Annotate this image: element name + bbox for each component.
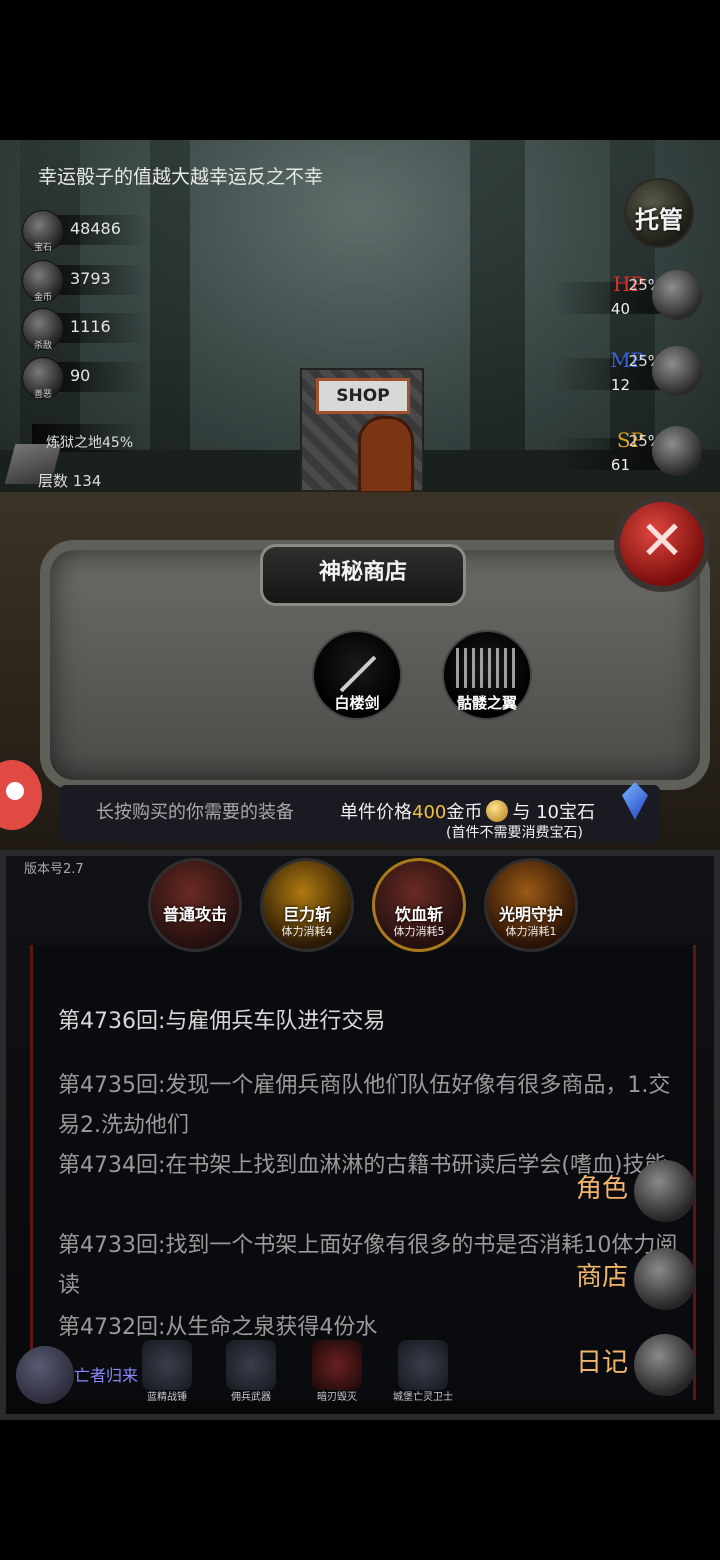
book-icon xyxy=(634,1334,696,1396)
resource-gems: 宝石 48486 xyxy=(22,210,148,253)
skill-cost: 体力消耗4 xyxy=(281,925,333,938)
user-icon xyxy=(6,782,24,800)
shop-item-wings[interactable]: 骷髅之翼 xyxy=(442,630,532,720)
menu-label: 角色 xyxy=(576,1174,629,1204)
shop-door xyxy=(358,416,414,494)
mp-stat: MP 25% 12 xyxy=(554,344,702,400)
skill-name: 饮血斩 xyxy=(394,905,443,924)
gem-icon: 宝石 xyxy=(22,210,64,253)
mercenary-slot[interactable]: 城堡亡灵卫士 xyxy=(388,1340,458,1403)
shop-title: 神秘商店 xyxy=(260,544,466,606)
skill-mighty-slash[interactable]: 巨力斩 体力消耗4 xyxy=(260,858,354,952)
auto-play-label: 托管 xyxy=(635,206,683,234)
kills-value: 1116 xyxy=(70,317,111,336)
helmet-icon xyxy=(634,1160,696,1222)
gems-value: 48486 xyxy=(70,219,121,238)
skill-cost: 体力消耗1 xyxy=(505,925,557,938)
shop-building[interactable]: SHOP xyxy=(300,368,424,494)
mask-icon: 善恶 xyxy=(22,357,64,400)
mana-potion-icon[interactable] xyxy=(652,346,702,396)
shop-sign: SHOP xyxy=(316,378,410,414)
mercenary-name: 暗刃毁灭 xyxy=(317,1392,357,1403)
price-coin-label: 金币 xyxy=(446,802,483,823)
mug-icon xyxy=(634,1248,696,1310)
mp-value: 12 xyxy=(610,376,630,394)
auto-play-button[interactable]: 托管 xyxy=(624,178,694,248)
skill-blood-slash[interactable]: 饮血斩 体力消耗5 xyxy=(372,858,466,952)
hp-stat: HP 25% 40 xyxy=(554,268,702,324)
resource-kills: 杀敌 1116 xyxy=(22,308,148,351)
skill-name: 巨力斩 xyxy=(282,905,331,924)
skill-cost: 体力消耗5 xyxy=(393,925,445,938)
warrior-icon xyxy=(312,1340,362,1390)
mercenary-slot[interactable]: 暗刃毁灭 xyxy=(302,1340,372,1403)
heart-potion-icon[interactable] xyxy=(652,270,702,320)
warrior-icon xyxy=(226,1340,276,1390)
log-entry: 第4736回:与雇佣兵车队进行交易 xyxy=(58,1009,386,1034)
item-name: 骷髅之翼 xyxy=(456,694,517,712)
menu-diary[interactable]: 日记 xyxy=(576,1334,696,1396)
close-button[interactable]: ✕ xyxy=(614,496,710,592)
close-icon: ✕ xyxy=(639,509,685,572)
mercenary-name: 蓝精战锤 xyxy=(147,1392,187,1403)
skull-icon: 杀敌 xyxy=(22,308,64,351)
sword-icon xyxy=(339,655,377,693)
skill-name: 普通攻击 xyxy=(162,905,227,924)
menu-character[interactable]: 角色 xyxy=(576,1160,696,1222)
item-name: 白楼剑 xyxy=(334,694,380,712)
menu-shop[interactable]: 商店 xyxy=(576,1248,696,1310)
floor-indicator: 炼狱之地45% 层数 134 xyxy=(4,420,142,490)
price-row: 单件价格400金币 与 10宝石 xyxy=(340,798,595,824)
mercenary-slot[interactable]: 蓝精战锤 xyxy=(132,1340,202,1403)
log-entry: 第4735回:发现一个雇佣兵商队他们队伍好像有很多商品，1.交易2.洗劫他们 xyxy=(58,1073,671,1138)
mercenary-slot[interactable]: 佣兵武器 xyxy=(216,1340,286,1403)
tip-text: 幸运骰子的值越大越幸运反之不幸 xyxy=(38,166,324,188)
skill-name: 光明守护 xyxy=(498,905,563,924)
skill-light-guard[interactable]: 光明守护 体力消耗1 xyxy=(484,858,578,952)
menu-label: 商店 xyxy=(576,1262,629,1292)
floor-level: 层数 134 xyxy=(38,472,102,490)
price-amount: 400 xyxy=(412,802,447,823)
sp-stat: SP 25% 61 xyxy=(554,424,702,480)
gold-value: 3793 xyxy=(70,269,111,288)
food-plate-icon[interactable] xyxy=(652,426,702,476)
shop-item-sword[interactable]: 白楼剑 xyxy=(312,630,402,720)
coin-icon: 金币 xyxy=(22,260,64,303)
undead-label: 亡者归来 xyxy=(74,1366,139,1385)
hp-value: 40 xyxy=(610,300,630,318)
warrior-icon xyxy=(142,1340,192,1390)
karma-value: 90 xyxy=(70,366,91,385)
gem-note: (首件不需要消费宝石) xyxy=(446,825,583,841)
resource-gold: 金币 3793 xyxy=(22,260,148,303)
undead-avatar[interactable] xyxy=(16,1346,74,1404)
mercenary-name: 佣兵武器 xyxy=(231,1392,271,1403)
zone-label: 炼狱之地45% xyxy=(46,435,134,451)
knight-icon xyxy=(398,1340,448,1390)
sp-value: 61 xyxy=(610,456,630,474)
menu-label: 日记 xyxy=(576,1348,629,1378)
resource-karma: 善恶 90 xyxy=(22,357,148,400)
coin-icon xyxy=(486,800,509,822)
version-label: 版本号2.7 xyxy=(24,862,84,877)
shop-hint: 长按购买的你需要的装备 xyxy=(96,802,294,823)
skeleton-wings-icon xyxy=(456,648,518,688)
mercenary-name: 城堡亡灵卫士 xyxy=(393,1392,453,1403)
price-prefix: 单件价格 xyxy=(340,802,412,823)
price-gems: 与 10宝石 xyxy=(512,802,595,823)
skill-normal-attack[interactable]: 普通攻击 xyxy=(148,858,242,952)
